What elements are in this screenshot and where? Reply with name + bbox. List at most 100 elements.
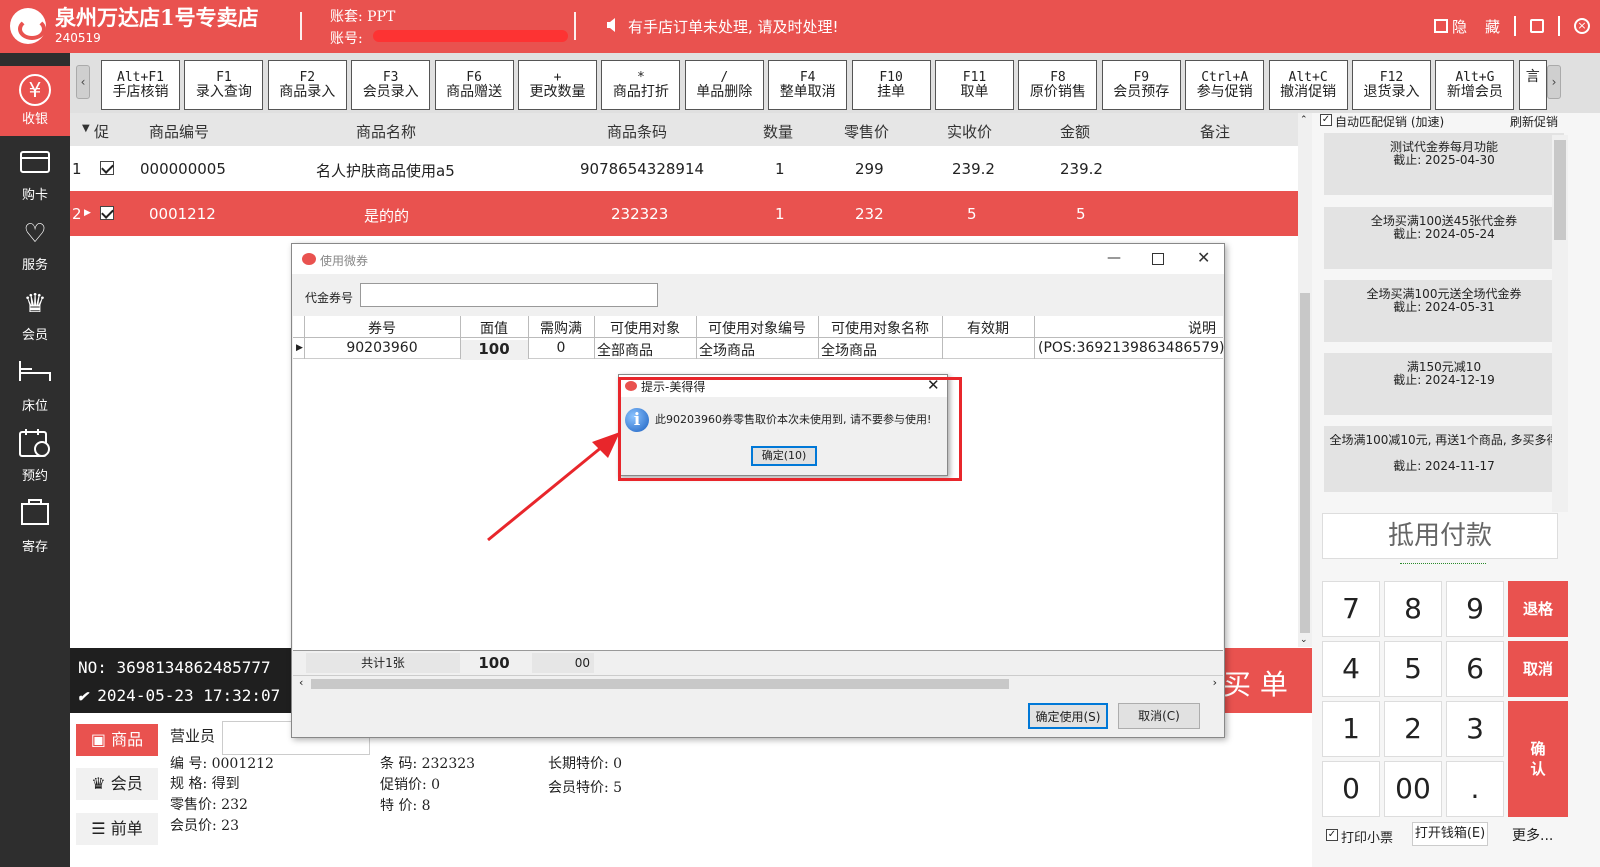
- calendar-icon: [17, 427, 53, 463]
- col-retail: 零售价: [844, 123, 890, 141]
- nav-member[interactable]: ♛ 会员: [0, 278, 70, 348]
- dialog-title: 使用微券: [320, 254, 369, 268]
- nav-storage[interactable]: 寄存: [0, 490, 70, 560]
- key-00[interactable]: 00: [1384, 761, 1442, 817]
- fkey-button[interactable]: 言: [1518, 60, 1547, 110]
- promo-card[interactable]: 全场买满100送45张代金券 截止: 2024-05-24: [1324, 207, 1564, 269]
- salesperson-label: 营业员: [170, 727, 216, 745]
- horizontal-scrollbar[interactable]: ‹ ›: [293, 675, 1223, 691]
- maximize-icon[interactable]: [1152, 253, 1164, 265]
- close-icon[interactable]: ✕: [1197, 248, 1210, 267]
- row-checkbox[interactable]: [100, 161, 114, 175]
- open-drawer-button[interactable]: 打开钱箱(E): [1412, 822, 1488, 846]
- hide-button[interactable]: 隐 藏: [1433, 16, 1500, 37]
- close-icon[interactable]: ×: [1574, 18, 1590, 34]
- cashier-icon: ¥: [19, 74, 51, 106]
- promo-card[interactable]: 全场买满100元送全场代金券 截止: 2024-05-31: [1324, 280, 1564, 342]
- key-2[interactable]: 2: [1384, 701, 1442, 757]
- row-pointer-icon: ▶: [84, 208, 91, 218]
- fkey-button[interactable]: Alt+G 新增会员: [1435, 60, 1515, 110]
- tab-product[interactable]: ▣ 商品: [76, 724, 158, 756]
- nav-buy-card[interactable]: 购卡: [0, 138, 70, 208]
- nav-bed[interactable]: 床位: [0, 349, 70, 419]
- tab-previous-order[interactable]: ☰ 前单: [76, 813, 158, 845]
- confirm-use-button[interactable]: 确定使用(S): [1028, 703, 1108, 729]
- promo-card[interactable]: 测试代金券每月功能 截止: 2025-04-30: [1324, 133, 1564, 195]
- fkey-button[interactable]: F3 会员录入: [351, 60, 431, 110]
- fkey-button[interactable]: Ctrl+A 参与促销: [1185, 60, 1265, 110]
- nav-appointment[interactable]: 预约: [0, 419, 70, 489]
- key-3[interactable]: 3: [1446, 701, 1504, 757]
- key-dot[interactable]: .: [1446, 761, 1504, 817]
- fkey-button[interactable]: F6 商品赠送: [434, 60, 514, 110]
- fkey-button[interactable]: * 商品打折: [601, 60, 681, 110]
- minimize-icon[interactable]: [1530, 19, 1544, 33]
- more-button[interactable]: 更多...: [1512, 825, 1553, 845]
- scroll-left-icon[interactable]: ‹: [299, 676, 303, 689]
- key-9[interactable]: 9: [1446, 581, 1504, 637]
- promo-card[interactable]: 满150元减10 截止: 2024-12-19: [1324, 353, 1564, 415]
- annotation-arrow-icon: [487, 432, 620, 542]
- toolbar-scroll-right[interactable]: ›: [1547, 65, 1561, 99]
- refresh-promo-button[interactable]: 刷新促销: [1510, 113, 1558, 130]
- key-7[interactable]: 7: [1322, 581, 1380, 637]
- fkey-button[interactable]: Alt+F1 手店核销: [101, 60, 180, 110]
- auto-match-checkbox[interactable]: ✓: [1320, 114, 1332, 126]
- scroll-down-icon[interactable]: ⌄: [1300, 635, 1308, 645]
- key-6[interactable]: 6: [1446, 641, 1504, 697]
- fkey-button[interactable]: F12 退货录入: [1352, 60, 1431, 110]
- scroll-up-icon[interactable]: ⌃: [1300, 115, 1308, 125]
- minimize-icon[interactable]: —: [1107, 250, 1121, 266]
- fkey-button[interactable]: F4 整单取消: [768, 60, 848, 110]
- col-barcode: 商品条码: [607, 123, 668, 141]
- tab-member[interactable]: ♛ 会员: [76, 768, 158, 800]
- scroll-thumb[interactable]: [311, 679, 1009, 689]
- coupon-code-input[interactable]: [360, 283, 658, 307]
- nav-cashier[interactable]: ¥ 收银: [0, 66, 70, 136]
- fkey-button[interactable]: Alt+C 撤消促销: [1268, 60, 1348, 110]
- cancel-button[interactable]: 取消: [1508, 641, 1568, 697]
- fkey-button[interactable]: F10 挂单: [851, 60, 931, 110]
- item-retail-price: 零售价: 232: [170, 797, 248, 813]
- key-1[interactable]: 1: [1322, 701, 1380, 757]
- dialog-cancel-button[interactable]: 取消(C): [1118, 703, 1200, 729]
- key-8[interactable]: 8: [1384, 581, 1442, 637]
- nav-service[interactable]: ♡ 服务: [0, 208, 70, 278]
- row-checkbox[interactable]: [100, 206, 114, 220]
- print-receipt-label: 打印小票: [1341, 831, 1394, 846]
- item-barcode: 条 码: 232323: [380, 756, 476, 772]
- backspace-button[interactable]: 退格: [1508, 581, 1568, 637]
- fkey-button[interactable]: F9 会员预存: [1101, 60, 1181, 110]
- print-receipt-checkbox[interactable]: ✓: [1326, 829, 1338, 841]
- account-set: 账套: PPT: [330, 9, 396, 25]
- service-icon: ♡: [23, 219, 47, 249]
- table-row[interactable]: 1 000000005 名人护肤商品使用a5 9078654328914 1 2…: [70, 146, 1298, 191]
- fkey-button[interactable]: F11 取单: [935, 60, 1014, 110]
- scroll-right-icon[interactable]: ›: [1213, 676, 1217, 689]
- deduct-payment-button[interactable]: 抵用付款: [1322, 513, 1558, 559]
- confirm-button[interactable]: 确认: [1508, 701, 1568, 817]
- order-info-panel: NO: 3698134862485777 ✔ 2024-05-23 17:32:…: [70, 648, 292, 713]
- key-5[interactable]: 5: [1384, 641, 1442, 697]
- row-pointer-icon: ▶: [296, 343, 303, 353]
- checkout-button[interactable]: 买 单: [1223, 648, 1317, 713]
- order-notice[interactable]: 有手店订单未处理, 请及时处理!: [628, 16, 839, 37]
- product-icon: ▣: [90, 730, 112, 749]
- toolbar-scroll-left[interactable]: ‹: [76, 65, 90, 99]
- fkey-button[interactable]: / 单品删除: [684, 60, 764, 110]
- promo-scroll-thumb[interactable]: [1554, 140, 1566, 240]
- table-row-selected[interactable]: 2 ▶ 0001212 是的的 232323 1 232 5 5: [70, 191, 1298, 236]
- table-scrollbar[interactable]: ⌃ ⌄: [1298, 113, 1312, 647]
- header-divider: [1514, 16, 1516, 36]
- key-0[interactable]: 0: [1322, 761, 1380, 817]
- promo-card[interactable]: 全场满100减10元, 再送1个商品, 多买多得 截止: 2024-11-17: [1324, 426, 1564, 492]
- scroll-thumb[interactable]: [1300, 293, 1310, 633]
- fkey-button[interactable]: F8 原价销售: [1018, 60, 1098, 110]
- key-4[interactable]: 4: [1322, 641, 1380, 697]
- fkey-button[interactable]: F2 商品录入: [267, 60, 347, 110]
- grid-icon: [1433, 19, 1448, 33]
- col-qty: 数量: [763, 123, 794, 141]
- fkey-button[interactable]: F1 录入查询: [184, 60, 264, 110]
- fkey-button[interactable]: + 更改数量: [518, 60, 597, 110]
- col-actual: 实收价: [947, 123, 993, 141]
